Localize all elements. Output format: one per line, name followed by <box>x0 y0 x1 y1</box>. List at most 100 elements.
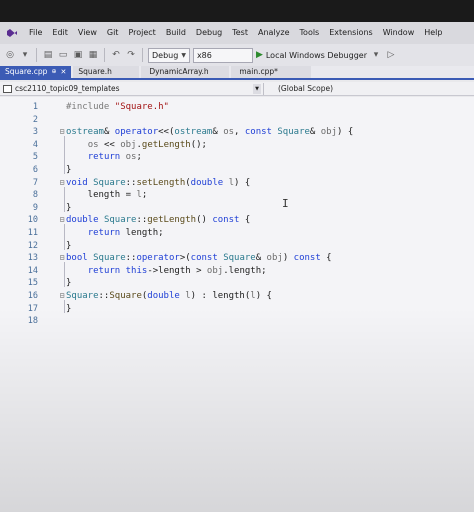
tab-dynamicarray-h[interactable]: DynamicArray.h <box>141 66 230 78</box>
code-line[interactable]: 18 <box>0 315 474 327</box>
menu-window[interactable]: Window <box>378 22 420 44</box>
code-line[interactable]: 13 ⊟ bool Square::operator>(const Square& … <box>0 252 474 264</box>
tab-label: DynamicArray.h <box>149 67 209 76</box>
chevron-down-icon: ▼ <box>181 51 186 59</box>
code-line[interactable]: 8 length = l; <box>0 189 474 201</box>
code-text: return this->length > obj.length; <box>87 265 267 276</box>
code-line[interactable]: 2 <box>0 114 474 126</box>
play-icon[interactable]: ▶ <box>256 50 263 60</box>
line-number: 14 <box>27 265 38 276</box>
project-dropdown[interactable]: csc2110_topic09_templates ▼ <box>0 82 264 95</box>
dropdown-arrow-icon[interactable]: ▾ <box>19 49 31 61</box>
code-line[interactable]: 16 ⊟ Square::Square(double l) : length(l) … <box>0 290 474 302</box>
new-project-icon[interactable]: ▤ <box>42 49 54 61</box>
menu-extensions[interactable]: Extensions <box>324 22 377 44</box>
code-line[interactable]: 14 return this->length > obj.length; <box>0 265 474 277</box>
line-number: 17 <box>27 303 38 314</box>
undo-icon[interactable]: ↶ <box>110 49 122 61</box>
platform-select[interactable]: x86 <box>192 47 253 63</box>
close-icon[interactable]: ✕ <box>60 66 66 78</box>
code-editor[interactable]: 1 #include "Square.h" 2 3 ⊟ ostream& operator… <box>0 97 474 512</box>
code-line[interactable]: 17} <box>0 303 474 315</box>
toolbar: ◎ ▾ ▤ ▭ ▣ ▦ ↶ ↷ Debug ▼ x86 ▶ Local Wind… <box>0 44 474 66</box>
open-folder-icon[interactable]: ▭ <box>57 49 69 61</box>
code-line[interactable]: 3 ⊟ ostream& operator<<(ostream& os, const… <box>0 126 474 138</box>
chevron-down-icon[interactable]: ▼ <box>253 83 261 94</box>
code-line[interactable]: 6} <box>0 164 474 176</box>
code-line[interactable]: 11 return length; <box>0 227 474 239</box>
menu-file[interactable]: File <box>24 22 47 44</box>
line-number: 16 <box>27 291 38 301</box>
code-text: length = l; <box>66 190 148 201</box>
fold-guide <box>64 262 65 288</box>
menu-analyze[interactable]: Analyze <box>253 22 295 44</box>
code-line[interactable]: 1 #include "Square.h" <box>0 101 474 113</box>
line-number: 4 <box>32 139 38 150</box>
pin-icon[interactable]: ⊕ <box>51 66 56 78</box>
menu-view[interactable]: View <box>73 22 102 44</box>
code-text: } <box>66 240 72 251</box>
run-debugger-button[interactable]: Local Windows Debugger <box>266 51 367 60</box>
code-text: Square::Square(double l) : length(l) { <box>66 291 272 301</box>
line-number: 18 <box>27 316 38 327</box>
code-line[interactable]: 10 ⊟ double Square::getLength() const { <box>0 214 474 226</box>
code-text: bool Square::operator>(const Square& obj… <box>66 253 332 264</box>
menu-edit[interactable]: Edit <box>47 22 73 44</box>
visual-studio-logo-icon[interactable] <box>6 27 18 39</box>
chevron-down-icon[interactable]: ▾ <box>370 49 382 61</box>
save-icon[interactable]: ▣ <box>72 49 84 61</box>
tab-square-h[interactable]: Square.h <box>73 66 140 78</box>
platform-value: x86 <box>196 50 212 60</box>
scope-name: (Global Scope) <box>278 84 334 93</box>
menu-tools[interactable]: Tools <box>295 22 325 44</box>
tab-main-cpp[interactable]: main.cpp* <box>231 66 312 78</box>
solution-config-value: Debug <box>152 50 179 60</box>
code-text: } <box>66 165 72 175</box>
redo-icon[interactable]: ↷ <box>125 49 137 61</box>
line-number: 15 <box>27 278 38 289</box>
line-number: 1 <box>32 102 38 112</box>
code-text: return os; <box>87 152 142 163</box>
code-text: #include "Square.h" <box>66 102 169 112</box>
start-without-debugging-icon[interactable]: ▷ <box>385 49 397 61</box>
menu-help[interactable]: Help <box>419 22 447 44</box>
scope-dropdown[interactable]: (Global Scope) <box>264 84 333 93</box>
menu-debug[interactable]: Debug <box>191 22 227 44</box>
tab-label: Square.h <box>78 67 112 76</box>
code-text: } <box>66 202 72 213</box>
menu-build[interactable]: Build <box>161 22 191 44</box>
document-tab-bar: Square.cpp ⊕ ✕ Square.h DynamicArray.h m… <box>0 66 474 80</box>
navigation-bar: csc2110_topic09_templates ▼ (Global Scop… <box>0 82 474 96</box>
code-text: ostream& operator<<(ostream& os, const S… <box>66 127 354 138</box>
fold-guide <box>64 136 65 174</box>
code-text: double Square::getLength() const { <box>66 215 251 226</box>
menu-project[interactable]: Project <box>123 22 160 44</box>
code-text: } <box>66 278 72 289</box>
menu-test[interactable]: Test <box>227 22 253 44</box>
code-line[interactable]: 12} <box>0 240 474 252</box>
code-line[interactable]: 4 os << obj.getLength(); <box>0 139 474 151</box>
line-number: 9 <box>32 202 38 213</box>
save-all-icon[interactable]: ▦ <box>87 49 99 61</box>
code-line[interactable]: 9} <box>0 202 474 214</box>
line-number: 7 <box>32 177 38 188</box>
code-text: os << obj.getLength(); <box>87 139 207 150</box>
navigate-back-icon[interactable]: ◎ <box>4 49 16 61</box>
toolbar-separator <box>142 48 143 62</box>
ide-window: File Edit View Git Project Build Debug T… <box>0 22 474 512</box>
line-number: 8 <box>32 190 38 201</box>
tab-square-cpp[interactable]: Square.cpp ⊕ ✕ <box>0 66 72 78</box>
code-text: return length; <box>87 228 164 238</box>
line-number: 13 <box>27 253 38 264</box>
toolbar-separator <box>36 48 37 62</box>
code-line[interactable]: 5 return os; <box>0 151 474 163</box>
line-number: 3 <box>32 127 38 138</box>
code-line[interactable]: 15} <box>0 277 474 289</box>
toolbar-separator <box>104 48 105 62</box>
solution-config-select[interactable]: Debug ▼ <box>148 47 190 63</box>
tab-label: main.cpp* <box>239 67 278 76</box>
menu-git[interactable]: Git <box>102 22 124 44</box>
code-line[interactable]: 7 ⊟ void Square::setLength(double l) { <box>0 177 474 189</box>
menu-bar: File Edit View Git Project Build Debug T… <box>0 22 474 44</box>
code-text: } <box>66 303 72 314</box>
